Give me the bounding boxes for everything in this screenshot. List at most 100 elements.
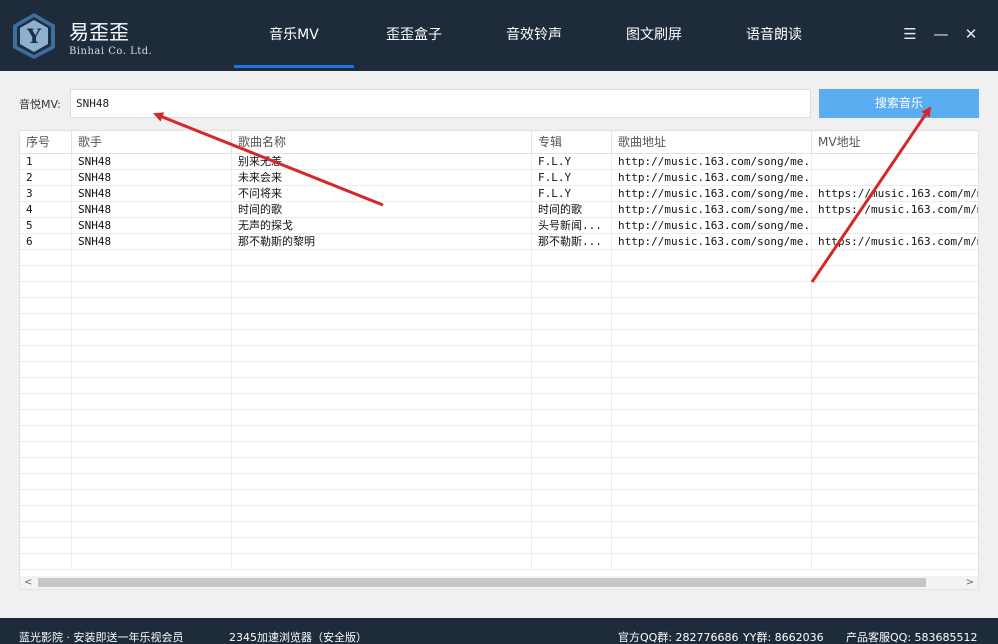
table-row[interactable] <box>20 298 979 314</box>
table-row[interactable] <box>20 282 979 298</box>
ad-link-browser[interactable]: 2345加速浏览器（安全版） <box>229 629 367 644</box>
cell-song-name <box>232 362 532 378</box>
table-row[interactable] <box>20 394 979 410</box>
table-row[interactable] <box>20 506 979 522</box>
cell-mv-url <box>812 362 979 378</box>
table-row[interactable] <box>20 426 979 442</box>
main-nav: 音乐MV 歪歪盒子 音效铃声 图文刷屏 语音朗读 <box>234 0 834 71</box>
cell-album <box>532 378 612 394</box>
cell-singer: SNH48 <box>72 186 232 202</box>
search-input[interactable] <box>70 89 811 118</box>
cell-song-name <box>232 410 532 426</box>
cell-album: F.L.Y <box>532 154 612 170</box>
table-row[interactable]: 1SNH48别来无恙F.L.Yhttp://music.163.com/song… <box>20 154 979 170</box>
cell-song-url: http://music.163.com/song/me... <box>612 234 812 250</box>
cell-singer <box>72 346 232 362</box>
cell-index <box>20 330 72 346</box>
cell-index: 5 <box>20 218 72 234</box>
table-row[interactable] <box>20 522 979 538</box>
scroll-thumb[interactable] <box>38 578 926 587</box>
cell-album <box>532 490 612 506</box>
table-row[interactable] <box>20 362 979 378</box>
scroll-left-icon[interactable]: < <box>24 576 32 589</box>
column-header-mv-url[interactable]: MV地址 <box>812 131 979 154</box>
cell-index: 2 <box>20 170 72 186</box>
table-row[interactable] <box>20 538 979 554</box>
horizontal-scrollbar[interactable]: < > <box>20 576 978 589</box>
table-row[interactable]: 4SNH48时间的歌时间的歌http://music.163.com/song/… <box>20 202 979 218</box>
cell-song-url <box>612 522 812 538</box>
close-icon[interactable]: ✕ <box>961 24 981 44</box>
cell-index <box>20 458 72 474</box>
table-row[interactable] <box>20 250 979 266</box>
table-row[interactable]: 6SNH48那不勒斯的黎明那不勒斯...http://music.163.com… <box>20 234 979 250</box>
cell-index <box>20 522 72 538</box>
cell-index: 1 <box>20 154 72 170</box>
ad-link-bluray[interactable]: 蓝光影院 · 安装即送一年乐视会员 <box>19 629 184 644</box>
tab-sound-ringtone[interactable]: 音效铃声 <box>474 0 594 71</box>
cell-album: F.L.Y <box>532 170 612 186</box>
cell-singer <box>72 522 232 538</box>
cell-song-url <box>612 426 812 442</box>
cell-song-url: http://music.163.com/song/me... <box>612 186 812 202</box>
cell-song-url <box>612 490 812 506</box>
cell-mv-url <box>812 426 979 442</box>
cell-album <box>532 314 612 330</box>
cell-mv-url <box>812 218 979 234</box>
table-row[interactable] <box>20 346 979 362</box>
cell-album <box>532 506 612 522</box>
column-header-song-url[interactable]: 歌曲地址 <box>612 131 812 154</box>
table-row[interactable] <box>20 442 979 458</box>
cell-song-url <box>612 538 812 554</box>
app-subtitle: Binhai Co. Ltd. <box>69 46 152 57</box>
cell-song-name <box>232 538 532 554</box>
column-header-album[interactable]: 专辑 <box>532 131 612 154</box>
table-row[interactable] <box>20 314 979 330</box>
cell-song-url <box>612 330 812 346</box>
minimize-icon[interactable]: — <box>931 24 951 44</box>
tab-voice-reading[interactable]: 语音朗读 <box>714 0 834 71</box>
cell-song-url <box>612 474 812 490</box>
tab-image-text-spam[interactable]: 图文刷屏 <box>594 0 714 71</box>
cell-index <box>20 442 72 458</box>
cell-song-name: 未来会来 <box>232 170 532 186</box>
table-row[interactable] <box>20 266 979 282</box>
cell-index: 4 <box>20 202 72 218</box>
qq-group-text: 官方QQ群: 282776686 <box>618 629 739 644</box>
search-label: 音悦MV: <box>19 96 61 112</box>
menu-icon[interactable]: ☰ <box>900 24 920 44</box>
table-row[interactable] <box>20 410 979 426</box>
cell-mv-url <box>812 522 979 538</box>
yy-group-text: YY群: 8662036 <box>743 629 824 644</box>
cell-album <box>532 474 612 490</box>
column-header-singer[interactable]: 歌手 <box>72 131 232 154</box>
status-bar: 蓝光影院 · 安装即送一年乐视会员 2345加速浏览器（安全版） 官方QQ群: … <box>0 618 998 644</box>
cell-mv-url: https://music.163.com/m/mv? <box>812 186 979 202</box>
cell-song-name <box>232 394 532 410</box>
cell-mv-url <box>812 378 979 394</box>
column-header-index[interactable]: 序号 <box>20 131 72 154</box>
table-row[interactable] <box>20 330 979 346</box>
table-row[interactable]: 5SNH48无声的探戈头号新闻...http://music.163.com/s… <box>20 218 979 234</box>
column-header-song-name[interactable]: 歌曲名称 <box>232 131 532 154</box>
cell-mv-url <box>812 314 979 330</box>
table-row[interactable] <box>20 458 979 474</box>
tab-waiwai-box[interactable]: 歪歪盒子 <box>354 0 474 71</box>
cell-song-url <box>612 362 812 378</box>
scroll-right-icon[interactable]: > <box>966 576 974 589</box>
search-music-button[interactable]: 搜索音乐 <box>819 89 979 118</box>
table-row[interactable] <box>20 378 979 394</box>
cell-mv-url <box>812 410 979 426</box>
table-row[interactable] <box>20 554 979 570</box>
cell-index <box>20 250 72 266</box>
table-row[interactable]: 2SNH48未来会来F.L.Yhttp://music.163.com/song… <box>20 170 979 186</box>
table-row[interactable] <box>20 474 979 490</box>
table-row[interactable] <box>20 490 979 506</box>
cell-album <box>532 298 612 314</box>
cell-song-url <box>612 298 812 314</box>
tab-music-mv[interactable]: 音乐MV <box>234 0 354 71</box>
cell-song-name <box>232 426 532 442</box>
cell-mv-url <box>812 394 979 410</box>
table-row[interactable]: 3SNH48不问将来F.L.Yhttp://music.163.com/song… <box>20 186 979 202</box>
cell-album <box>532 442 612 458</box>
